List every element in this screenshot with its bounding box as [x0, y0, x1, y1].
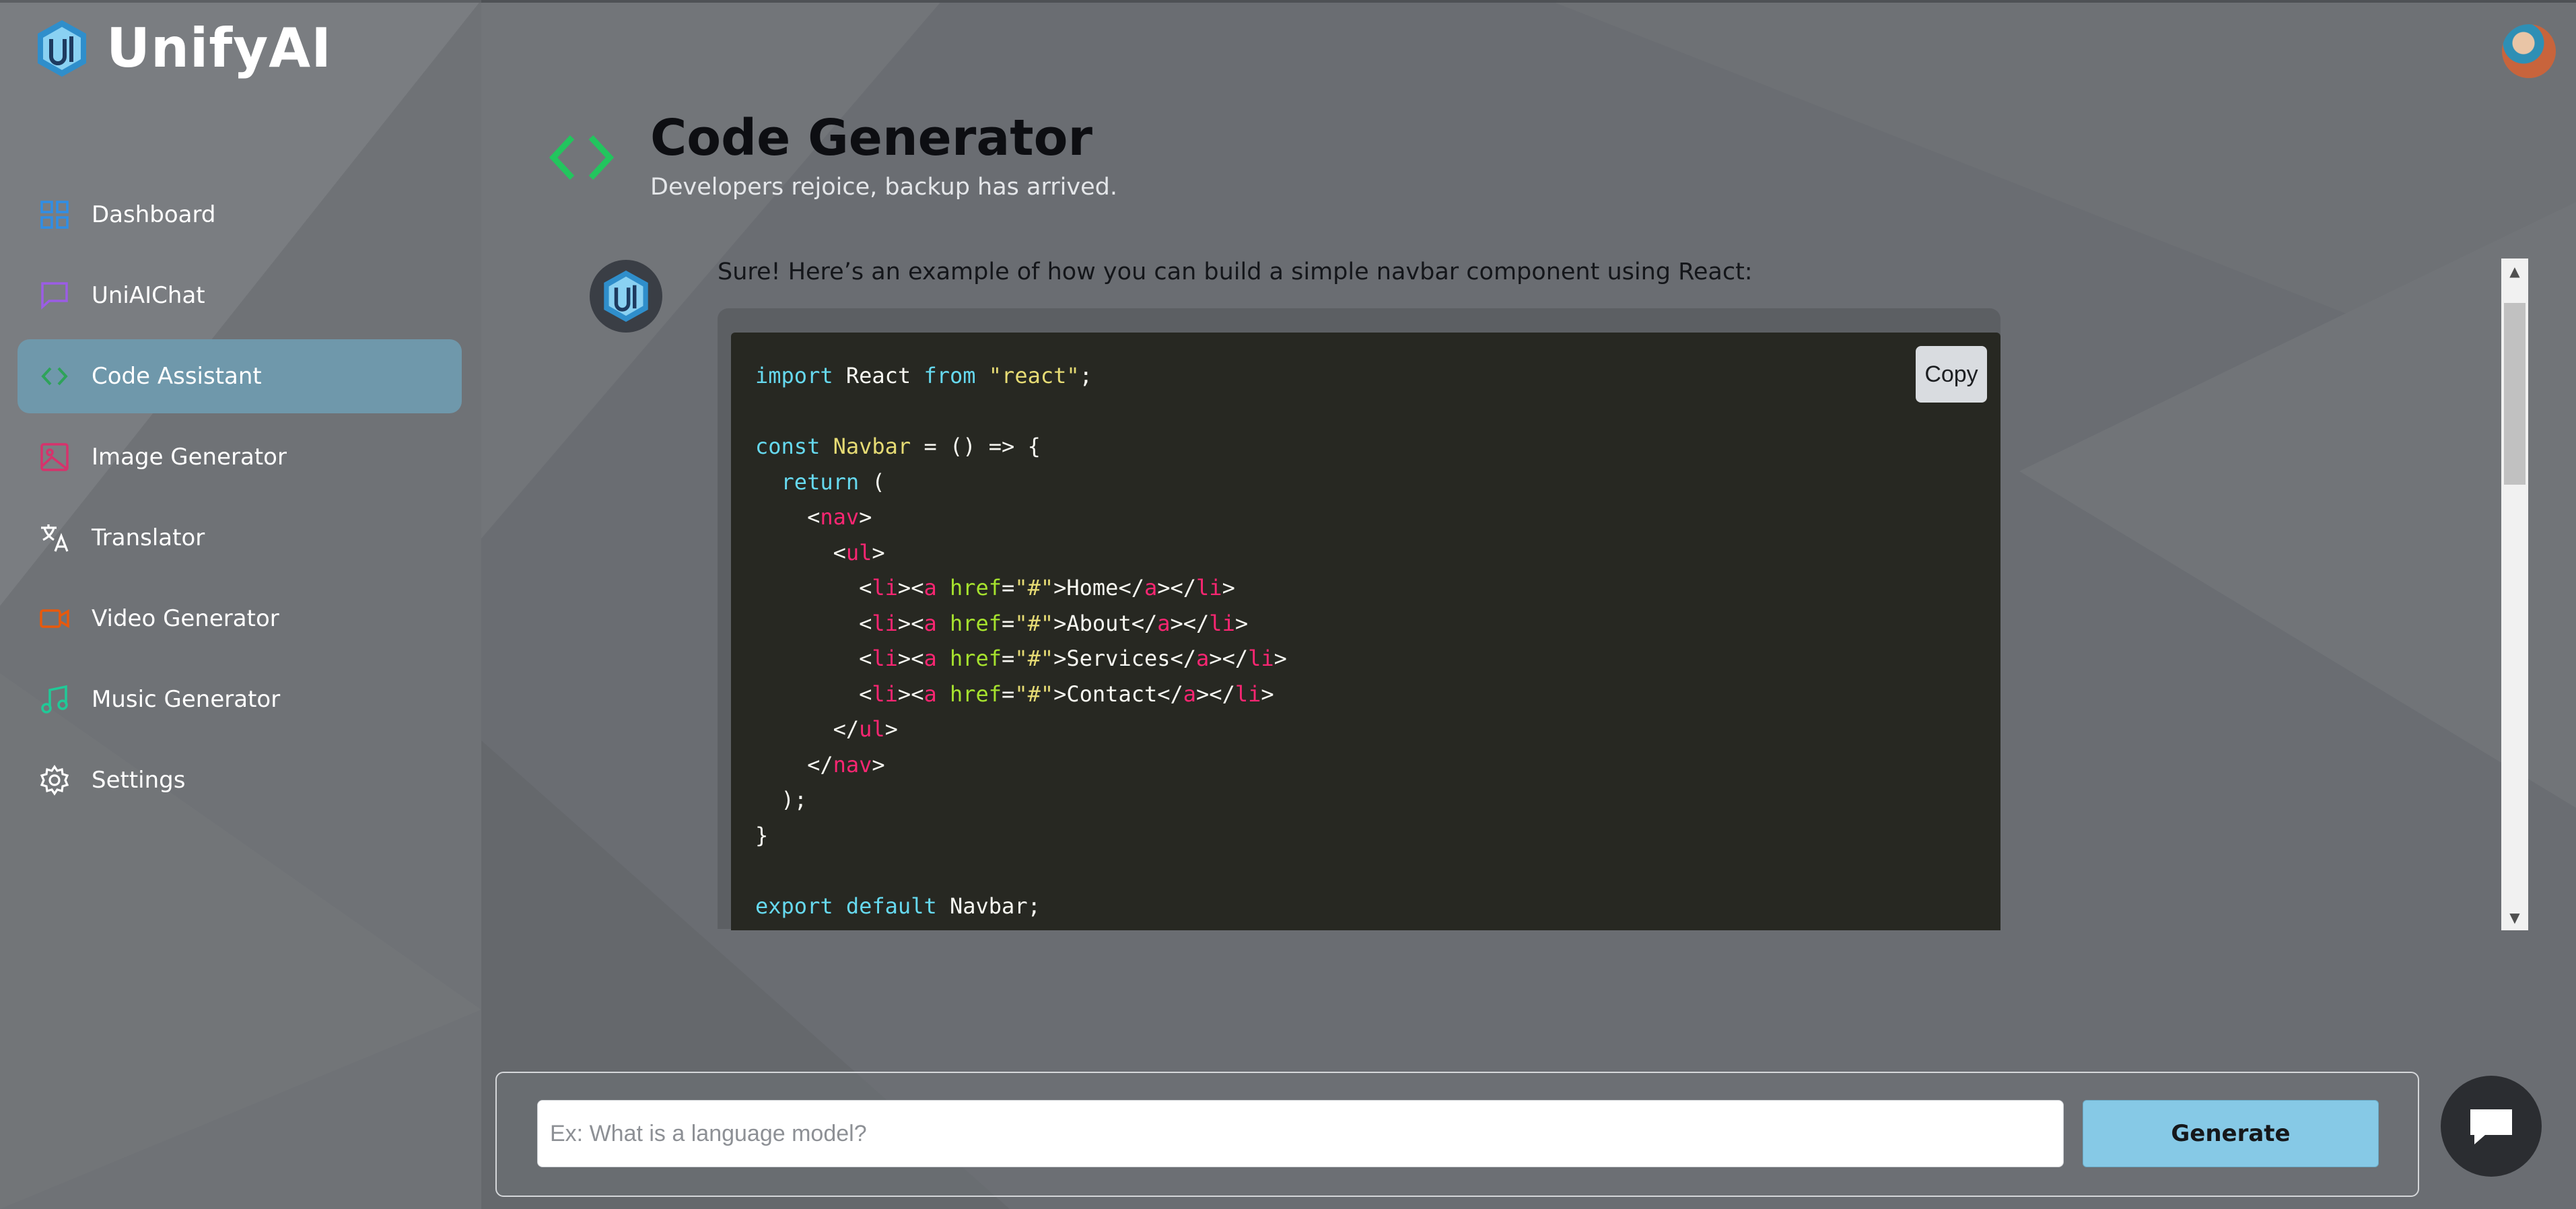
sidebar-item-uniaichat[interactable]: UniAIChat	[18, 258, 462, 333]
page-title: Code Generator	[650, 109, 1093, 167]
prompt-form: Generate	[495, 1072, 2419, 1197]
user-avatar[interactable]	[2502, 24, 2556, 78]
app-name: UnifyAI	[106, 17, 332, 79]
sidebar-item-video-generator[interactable]: Video Generator	[18, 582, 462, 656]
bot-avatar	[590, 260, 662, 333]
sidebar: UnifyAI Dashboard UniAIChat Code Assista…	[0, 0, 481, 1209]
sidebar-item-image-generator[interactable]: Image Generator	[18, 420, 462, 494]
sidebar-item-label: Settings	[92, 767, 186, 794]
dashboard-icon	[38, 198, 71, 232]
translate-icon	[38, 521, 71, 555]
code-icon	[38, 359, 71, 393]
code-content: import React from "react"; const Navbar …	[755, 363, 1287, 919]
settings-icon	[38, 763, 71, 797]
bot-logo-icon	[604, 270, 648, 322]
video-icon	[38, 602, 71, 635]
music-icon	[38, 683, 71, 716]
sidebar-item-label: Music Generator	[92, 686, 281, 713]
sidebar-item-label: Dashboard	[92, 201, 216, 228]
image-icon	[38, 440, 71, 474]
bot-message: Sure! Here’s an example of how you can b…	[718, 258, 1753, 285]
message-icon	[2470, 1109, 2512, 1144]
sidebar-item-label: UniAIChat	[92, 282, 205, 309]
sidebar-item-label: Video Generator	[92, 605, 279, 632]
copy-button[interactable]: Copy	[1916, 346, 1987, 403]
sidebar-item-settings[interactable]: Settings	[18, 743, 462, 817]
logo[interactable]: UnifyAI	[35, 19, 332, 78]
page-code-icon	[549, 135, 614, 180]
conversation: Sure! Here’s an example of how you can b…	[583, 254, 2528, 930]
scroll-down-arrow-icon[interactable]: ▼	[2501, 905, 2528, 930]
generate-button[interactable]: Generate	[2083, 1100, 2379, 1167]
chat-icon	[38, 279, 71, 312]
sidebar-item-label: Image Generator	[92, 444, 287, 471]
sidebar-item-dashboard[interactable]: Dashboard	[18, 178, 462, 252]
sidebar-item-translator[interactable]: Translator	[18, 501, 462, 575]
sidebar-item-label: Code Assistant	[92, 363, 262, 390]
sidebar-item-label: Translator	[92, 524, 205, 551]
scroll-up-arrow-icon[interactable]: ▲	[2501, 258, 2528, 284]
logo-icon	[38, 20, 86, 77]
conversation-scrollbar[interactable]: ▲ ▼	[2501, 258, 2528, 930]
sidebar-item-music-generator[interactable]: Music Generator	[18, 662, 462, 736]
sidebar-item-code-assistant[interactable]: Code Assistant	[18, 339, 462, 413]
page-subtitle: Developers rejoice, backup has arrived.	[650, 174, 1117, 201]
chat-widget-button[interactable]	[2441, 1076, 2542, 1177]
code-block: import React from "react"; const Navbar …	[731, 333, 2000, 930]
scrollbar-thumb[interactable]	[2504, 303, 2526, 485]
prompt-input[interactable]	[537, 1100, 2064, 1167]
